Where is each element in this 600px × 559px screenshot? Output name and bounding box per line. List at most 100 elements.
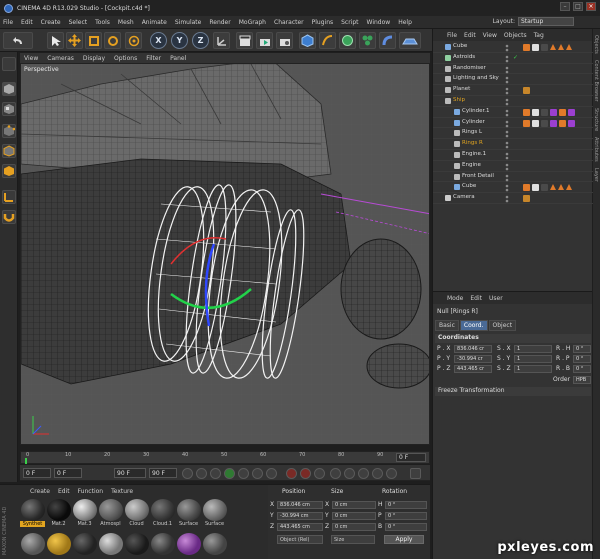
add-deformer-button[interactable] (379, 32, 396, 49)
visibility-dots-icon[interactable] (505, 120, 509, 127)
max-frame-field[interactable]: 90 F (114, 468, 146, 478)
coord-rotation-b-field[interactable]: 0 ° (385, 523, 427, 531)
object-row[interactable]: Cube (433, 42, 593, 53)
menu-mograph[interactable]: MoGraph (239, 19, 266, 26)
material-slot[interactable] (20, 533, 45, 559)
coord-position-y-field[interactable]: -30.994 cm (277, 512, 323, 520)
material-slot[interactable]: Cloud (124, 499, 149, 529)
object-row[interactable]: Engine (433, 161, 593, 172)
visibility-dots-icon[interactable] (505, 163, 509, 171)
add-scene-button[interactable] (399, 32, 421, 49)
material-tag-icon[interactable] (541, 184, 548, 192)
material-tag-icon[interactable] (523, 119, 530, 127)
visibility-dots-icon[interactable] (505, 109, 509, 117)
menu-select[interactable]: Select (69, 19, 88, 26)
material-slot[interactable]: Mat.3 (72, 499, 97, 529)
om-menu-objects[interactable]: Objects (504, 32, 527, 39)
x-axis-lock-button[interactable]: X (150, 32, 167, 49)
rotation-key-button[interactable] (358, 468, 369, 479)
visibility-dots-icon[interactable] (505, 184, 509, 192)
attr-rot-p-field[interactable]: 0 ° (573, 355, 591, 363)
playhead-marker[interactable] (25, 458, 27, 464)
material-tag-icon[interactable] (568, 108, 575, 116)
menu-create[interactable]: Create (41, 19, 61, 26)
go-to-start-button[interactable] (182, 468, 193, 479)
next-frame-button[interactable] (238, 468, 249, 479)
material-tag-icon[interactable] (541, 108, 548, 116)
pla-key-button[interactable] (386, 468, 397, 479)
visibility-dots-icon[interactable] (505, 130, 509, 138)
am-menu-edit[interactable]: Edit (470, 295, 482, 302)
object-row[interactable]: Rings L (433, 128, 593, 140)
menu-edit[interactable]: Edit (21, 19, 33, 26)
position-key-button[interactable] (330, 468, 341, 479)
parameter-key-button[interactable] (372, 468, 383, 479)
previous-frame-button[interactable] (210, 468, 221, 479)
tab-coord[interactable]: Coord. (459, 320, 488, 331)
material-slot[interactable]: Mat.2 (46, 499, 71, 529)
material-slot[interactable]: Surface (202, 499, 227, 529)
texture-tag-icon[interactable] (550, 184, 556, 191)
min-frame-field[interactable]: 0 F (54, 468, 82, 478)
texture-tag-icon[interactable] (566, 184, 572, 191)
scale-tool-button[interactable] (85, 32, 102, 49)
end-frame-field[interactable]: 90 F (149, 468, 177, 478)
material-tag-icon[interactable] (568, 119, 575, 127)
side-tab-structure[interactable]: Structure (593, 108, 599, 131)
side-tab-content-browser[interactable]: Content Browser (593, 60, 599, 102)
z-axis-lock-button[interactable]: Z (192, 32, 209, 49)
attr-pos-y-field[interactable]: -30.994 cr (454, 355, 492, 363)
model-mode-button[interactable] (2, 82, 16, 96)
coord-position-x-field[interactable]: 836.046 cm (277, 501, 323, 509)
material-slot[interactable]: Surface (176, 499, 201, 529)
coordinate-system-button[interactable] (213, 32, 230, 49)
attr-rot-h-field[interactable]: 0 ° (573, 345, 591, 353)
visibility-dots-icon[interactable] (505, 55, 509, 63)
material-tag-icon[interactable] (541, 44, 548, 51)
menu-simulate[interactable]: Simulate (175, 19, 202, 26)
freeze-transformation-section[interactable]: Freeze Transformation (435, 387, 591, 396)
material-slot[interactable] (98, 533, 123, 559)
tab-object[interactable]: Object (488, 320, 517, 331)
viewport-menu-cameras[interactable]: Cameras (47, 55, 74, 62)
texture-tag-icon[interactable] (550, 44, 556, 50)
attr-rot-b-field[interactable]: 0 ° (573, 365, 591, 373)
menu-mesh[interactable]: Mesh (118, 19, 134, 26)
am-menu-mode[interactable]: Mode (447, 295, 463, 302)
coord-size-x-field[interactable]: 0 cm (332, 501, 376, 509)
menu-file[interactable]: File (3, 19, 13, 26)
record-button[interactable] (286, 468, 297, 479)
menu-plugins[interactable]: Plugins (312, 19, 334, 26)
scale-key-button[interactable] (344, 468, 355, 479)
material-menu-function[interactable]: Function (78, 488, 104, 495)
live-select-button[interactable] (125, 32, 142, 49)
attr-pos-x-field[interactable]: 836.046 cr (454, 345, 492, 353)
visibility-dots-icon[interactable] (505, 174, 509, 181)
om-menu-file[interactable]: File (447, 32, 457, 39)
material-tag-icon[interactable] (532, 44, 539, 51)
coord-size-dropdown[interactable]: Size (331, 535, 375, 544)
coord-mode-dropdown[interactable]: Object (Rel) (277, 535, 323, 544)
render-view-button[interactable] (236, 32, 253, 49)
edges-mode-button[interactable] (2, 144, 16, 158)
coord-size-z-field[interactable]: 0 cm (332, 523, 376, 531)
material-slot[interactable] (72, 533, 97, 559)
om-menu-tag[interactable]: Tag (534, 32, 544, 39)
object-row[interactable]: Lighting and Sky (433, 74, 593, 86)
menu-window[interactable]: Window (367, 19, 391, 26)
visibility-dots-icon[interactable] (505, 195, 509, 203)
render-picture-viewer-button[interactable] (256, 32, 273, 49)
previous-key-button[interactable] (196, 468, 207, 479)
viewport-menu-filter[interactable]: Filter (146, 55, 161, 62)
menu-script[interactable]: Script (341, 19, 358, 26)
attr-scale-y-field[interactable]: 1 (514, 355, 552, 363)
render-settings-button[interactable] (276, 32, 293, 49)
viewport-menu-panel[interactable]: Panel (170, 55, 186, 62)
material-slot[interactable]: Synthet (20, 499, 45, 529)
tab-basic[interactable]: Basic (435, 320, 459, 331)
object-row[interactable]: Front Detail (433, 172, 593, 183)
coord-size-y-field[interactable]: 0 cm (332, 512, 376, 520)
viewport-menu-options[interactable]: Options (114, 55, 137, 62)
object-row[interactable]: Rings R (433, 139, 593, 150)
attr-scale-z-field[interactable]: 1 (514, 365, 552, 373)
